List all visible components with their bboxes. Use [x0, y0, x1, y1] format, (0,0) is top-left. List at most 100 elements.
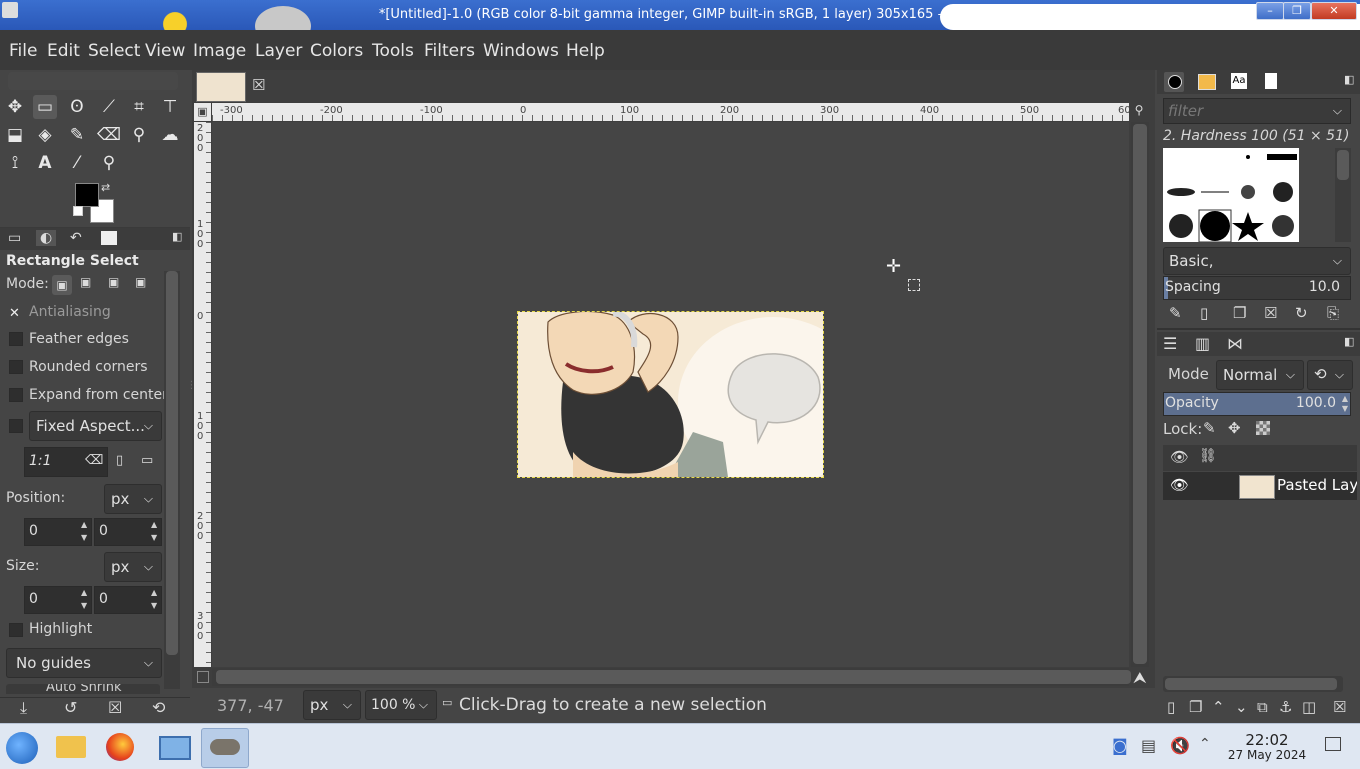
auto-shrink-button[interactable]: Auto Shrink	[6, 684, 160, 694]
spin-down-icon[interactable]: ▼	[81, 601, 87, 610]
file-explorer-icon[interactable]	[48, 728, 94, 766]
menu-colors[interactable]: Colors	[310, 41, 363, 61]
position-unit-dropdown[interactable]: px ⌵	[104, 484, 162, 514]
spin-down-icon[interactable]: ▼	[151, 533, 157, 542]
mask-layer-icon[interactable]: ◫	[1302, 698, 1316, 716]
document-history-tab-icon[interactable]	[1265, 73, 1277, 89]
spin-down-icon[interactable]: ▼	[1342, 404, 1348, 413]
image-tab-thumbnail[interactable]	[196, 72, 246, 102]
new-layer-group-icon[interactable]: ❐	[1189, 698, 1202, 716]
free-select-tool-icon[interactable]: ʘ	[65, 95, 89, 119]
firefox-icon[interactable]	[98, 728, 144, 766]
fixed-aspect-checkbox[interactable]	[9, 419, 23, 433]
spin-up-icon[interactable]: ▲	[151, 520, 157, 529]
lock-alpha-icon[interactable]	[1256, 421, 1270, 435]
patterns-tab-icon[interactable]	[1198, 74, 1216, 90]
rounded-corners-checkbox[interactable]	[9, 360, 23, 374]
scrollbar-thumb[interactable]	[1337, 150, 1349, 180]
clone-tool-icon[interactable]: ⚲	[127, 123, 151, 147]
smudge-tool-icon[interactable]: ☁	[158, 123, 182, 147]
color-picker-tool-icon[interactable]: ⁄	[65, 151, 89, 175]
scrollbar-thumb[interactable]	[216, 670, 1131, 684]
start-button[interactable]	[0, 728, 46, 766]
size-unit-dropdown[interactable]: px ⌵	[104, 552, 162, 582]
navigate-icon[interactable]: ⮝	[1133, 668, 1147, 688]
dock-menu-icon[interactable]: ◧	[1344, 73, 1354, 86]
scrollbar-thumb[interactable]	[1133, 124, 1147, 664]
device-status-tab-icon[interactable]: ◐	[36, 230, 57, 246]
rect-select-tool-icon[interactable]: ▭	[33, 95, 57, 119]
antialiasing-checkbox[interactable]: ✕	[9, 306, 20, 321]
size-width-field[interactable]: 0 ▲ ▼	[24, 586, 92, 614]
brush-preset-dropdown[interactable]: Basic, ⌵	[1163, 247, 1351, 275]
restore-options-icon[interactable]: ↺	[64, 698, 77, 717]
volume-muted-icon[interactable]: 🔇	[1170, 736, 1190, 755]
unit-dropdown[interactable]: px ⌵	[303, 690, 361, 720]
zoom-dropdown[interactable]: 100 % ⌵	[365, 690, 437, 720]
open-brush-as-image-icon[interactable]: ⎘	[1327, 304, 1339, 322]
menu-edit[interactable]: Edit	[47, 41, 80, 61]
brush-filter-field[interactable]: filter ⌵	[1163, 98, 1351, 124]
layers-tab-icon[interactable]: ☰	[1163, 334, 1177, 353]
delete-brush-icon[interactable]: ☒	[1264, 304, 1277, 322]
highlight-checkbox[interactable]	[9, 623, 23, 637]
new-brush-icon[interactable]: ▯	[1200, 304, 1208, 322]
layers-horizontal-scrollbar[interactable]	[1163, 676, 1343, 692]
spin-down-icon[interactable]: ▼	[151, 601, 157, 610]
transform-tool-icon[interactable]: ⊤	[158, 95, 182, 119]
default-colors-icon[interactable]	[73, 206, 83, 216]
menu-file[interactable]: File	[9, 41, 37, 61]
horizontal-ruler[interactable]: -300 -200 -100 0 100 200 300 400 500 600	[212, 103, 1129, 121]
menu-select[interactable]: Select	[88, 41, 140, 61]
path-tool-icon[interactable]: ⟟	[3, 151, 27, 175]
clock-date[interactable]: 27 May 2024	[1222, 748, 1312, 762]
edit-brush-icon[interactable]: ✎	[1169, 304, 1182, 322]
dock-menu-icon[interactable]: ◧	[1344, 335, 1354, 348]
image-layer[interactable]	[517, 311, 824, 478]
anchor-layer-icon[interactable]: ⚓	[1279, 698, 1292, 716]
aspect-ratio-field[interactable]: 1:1 ⌫	[24, 447, 108, 477]
swap-colors-icon[interactable]: ⇄	[101, 181, 110, 194]
vertical-ruler[interactable]: 200 100 0 100 200 300	[194, 122, 211, 667]
action-center-icon[interactable]	[1325, 737, 1341, 751]
scrollbar-thumb[interactable]	[1165, 678, 1337, 690]
crop-tool-icon[interactable]: ⌗	[127, 95, 151, 119]
fuzzy-select-tool-icon[interactable]: ⟋	[97, 95, 121, 119]
raise-layer-icon[interactable]: ⌃	[1212, 698, 1225, 716]
portrait-icon[interactable]: ▯	[116, 453, 123, 468]
mode-subtract-icon[interactable]: ▣	[108, 275, 119, 289]
menu-image[interactable]: Image	[193, 41, 246, 61]
lock-pixels-icon[interactable]: ✎	[1203, 419, 1216, 437]
dock-menu-icon[interactable]: ◧	[172, 230, 182, 243]
images-tab-icon[interactable]	[101, 231, 117, 245]
lower-layer-icon[interactable]: ⌄	[1235, 698, 1248, 716]
move-tool-icon[interactable]: ✥	[3, 95, 27, 119]
refresh-brushes-icon[interactable]: ↻	[1295, 304, 1308, 322]
menu-help[interactable]: Help	[566, 41, 605, 61]
paths-tab-icon[interactable]: ⋈	[1227, 334, 1243, 353]
layer-mode-dropdown[interactable]: Normal ⌵	[1216, 360, 1304, 390]
feather-edges-checkbox[interactable]	[9, 332, 23, 346]
tool-options-tab-icon[interactable]: ▭	[8, 230, 21, 246]
horizontal-scrollbar[interactable]	[212, 668, 1131, 686]
opacity-slider[interactable]: Opacity 100.0 ▲ ▼	[1163, 392, 1351, 416]
toggle-quick-mask-icon[interactable]	[197, 671, 209, 683]
duplicate-brush-icon[interactable]: ❐	[1233, 304, 1246, 322]
new-layer-icon[interactable]: ▯	[1167, 698, 1175, 716]
clock-time[interactable]: 22:02	[1222, 731, 1312, 749]
bucket-fill-tool-icon[interactable]: ◈	[33, 123, 57, 147]
vertical-scrollbar[interactable]	[1131, 122, 1149, 667]
gimp-taskbar-icon[interactable]	[201, 728, 249, 768]
size-height-field[interactable]: 0 ▲ ▼	[94, 586, 162, 614]
fixed-aspect-dropdown[interactable]: Fixed Aspect... ⌵	[29, 411, 162, 441]
scrollbar-thumb[interactable]	[166, 271, 178, 655]
clear-field-icon[interactable]: ⌫	[85, 453, 103, 468]
zoom-tool-icon[interactable]: ⚲	[97, 151, 121, 175]
position-x-field[interactable]: 0 ▲ ▼	[24, 518, 92, 546]
menu-windows[interactable]: Windows	[483, 41, 559, 61]
close-button[interactable]: ✕	[1311, 2, 1357, 20]
show-hidden-icons-chevron-icon[interactable]: ⌃	[1199, 736, 1211, 752]
warp-tool-icon[interactable]: ⬓	[3, 123, 27, 147]
lock-position-icon[interactable]: ✥	[1228, 419, 1241, 437]
brush-grid-scrollbar[interactable]	[1335, 148, 1351, 242]
